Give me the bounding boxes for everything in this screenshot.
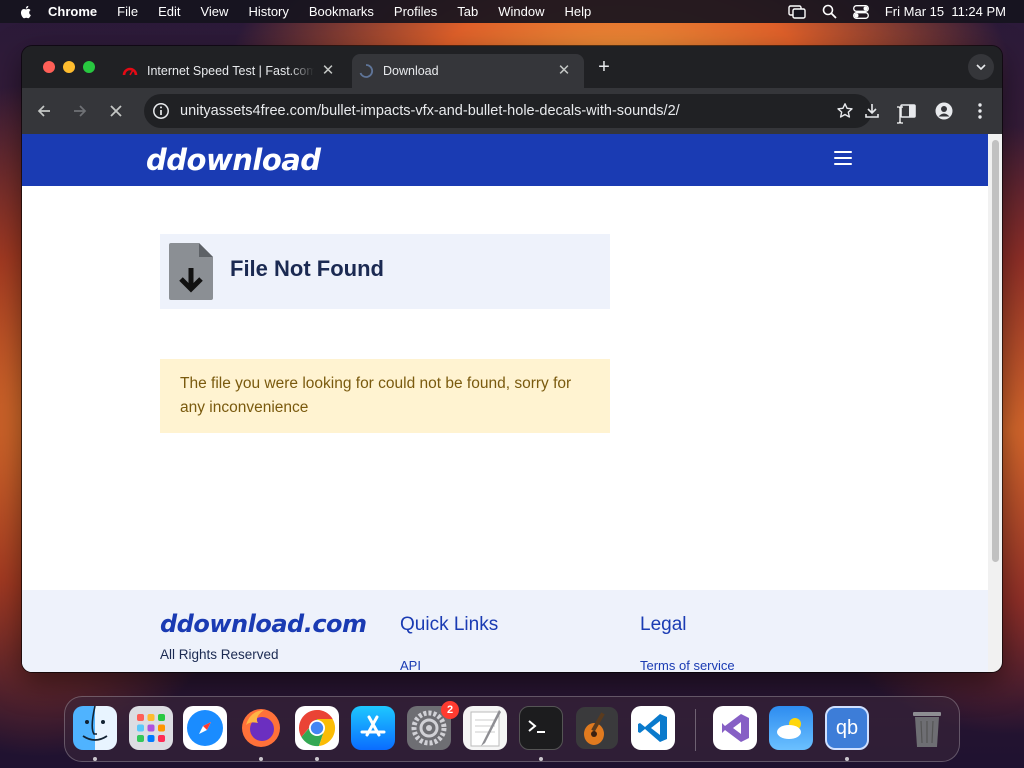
download-icon (865, 104, 879, 118)
error-message: The file you were looking for could not … (180, 375, 572, 416)
menu-history[interactable]: History (248, 4, 288, 19)
tab-search-button[interactable] (968, 54, 994, 80)
tab-strip: Internet Speed Test | Fast.com ✕ Downloa… (22, 46, 1002, 88)
menu-tab[interactable]: Tab (457, 4, 478, 19)
dock-separator (695, 709, 696, 751)
tab-title: Download (383, 64, 439, 78)
page-viewport: ddownload File Not Found The file you we… (22, 134, 988, 672)
browser-window: Internet Speed Test | Fast.com ✕ Downloa… (22, 46, 1002, 672)
menu-bar: Chrome File Edit View History Bookmarks … (0, 0, 1024, 23)
forward-button[interactable] (68, 99, 92, 123)
chevron-down-icon (976, 64, 986, 70)
scrollbar-thumb[interactable] (992, 140, 999, 562)
window-maximize-button[interactable] (83, 61, 95, 73)
trash-icon[interactable] (905, 706, 949, 750)
garageband-icon[interactable] (575, 706, 619, 750)
loading-spinner-icon (359, 64, 374, 78)
vscode-icon[interactable] (631, 706, 675, 750)
tab-close-icon[interactable]: ✕ (556, 63, 572, 79)
site-logo[interactable]: ddownload (146, 143, 321, 177)
arrow-left-icon (37, 105, 50, 117)
side-panel-button[interactable] (896, 99, 920, 123)
profile-button[interactable] (932, 99, 956, 123)
site-header: ddownload (22, 134, 988, 186)
address-bar[interactable]: unityassets4free.com/bullet-impacts-vfx-… (144, 94, 903, 128)
apple-menu-icon[interactable] (18, 4, 34, 20)
running-indicator (315, 757, 319, 761)
hamburger-menu-icon[interactable] (834, 151, 852, 166)
file-not-found-panel: File Not Found (160, 234, 610, 309)
launchpad-icon[interactable] (129, 706, 173, 750)
visual-studio-icon[interactable] (713, 706, 757, 750)
back-button[interactable] (32, 99, 56, 123)
site-footer: ddownload.com All Rights Reserved Quick … (22, 590, 988, 672)
running-indicator (259, 757, 263, 761)
running-indicator (539, 757, 543, 761)
menu-profiles[interactable]: Profiles (394, 4, 437, 19)
url-text[interactable]: unityassets4free.com/bullet-impacts-vfx-… (180, 103, 680, 119)
side-panel-icon (900, 104, 916, 118)
fast-com-favicon-icon (122, 67, 138, 76)
tab-download[interactable]: Download ✕ (352, 54, 584, 88)
qbittorrent-label: qb (835, 716, 859, 739)
window-minimize-button[interactable] (63, 61, 75, 73)
menu-edit[interactable]: Edit (158, 4, 180, 19)
running-indicator (845, 757, 849, 761)
menu-help[interactable]: Help (565, 4, 592, 19)
stop-loading-button[interactable] (104, 99, 128, 123)
terminal-icon[interactable] (519, 706, 563, 750)
weather-icon[interactable] (769, 706, 813, 750)
downloads-button[interactable] (860, 99, 884, 123)
textedit-icon[interactable] (463, 706, 507, 750)
browser-toolbar: unityassets4free.com/bullet-impacts-vfx-… (22, 88, 1002, 134)
error-notice: The file you were looking for could not … (160, 359, 610, 433)
chrome-icon[interactable] (295, 706, 339, 750)
tab-close-icon[interactable]: ✕ (320, 63, 336, 79)
safari-icon[interactable] (183, 706, 227, 750)
chrome-menu-button[interactable] (968, 99, 992, 123)
new-tab-button[interactable]: + (595, 57, 613, 77)
footer-logo[interactable]: ddownload.com (160, 610, 367, 638)
tab-fast-com[interactable]: Internet Speed Test | Fast.com ✕ (116, 54, 348, 88)
dock: 2 qb (64, 696, 960, 762)
running-indicator (93, 757, 97, 761)
notification-badge: 2 (441, 701, 459, 719)
window-close-button[interactable] (43, 61, 55, 73)
file-download-icon (169, 243, 213, 300)
spotlight-search-icon[interactable] (822, 4, 837, 19)
screen-mirroring-icon[interactable] (788, 4, 806, 19)
bookmark-star-icon[interactable] (836, 102, 854, 120)
qbittorrent-icon[interactable]: qb (825, 706, 869, 750)
menu-app-name[interactable]: Chrome (48, 4, 97, 19)
footer-copyright: All Rights Reserved (160, 647, 279, 662)
arrow-right-icon (74, 105, 87, 117)
footer-legal-title: Legal (640, 614, 687, 635)
menubar-clock[interactable]: Fri Mar 15 11:24 PM (885, 4, 1006, 19)
tab-title: Internet Speed Test | Fast.com (147, 64, 314, 78)
menu-view[interactable]: View (200, 4, 228, 19)
footer-link-api[interactable]: API (400, 658, 421, 672)
footer-quick-links-title: Quick Links (400, 614, 499, 635)
control-center-icon[interactable] (852, 4, 869, 19)
menu-bookmarks[interactable]: Bookmarks (309, 4, 374, 19)
app-store-icon[interactable] (351, 706, 395, 750)
site-info-icon[interactable] (152, 102, 170, 120)
menu-file[interactable]: File (117, 4, 138, 19)
kebab-menu-icon (978, 103, 982, 119)
window-controls (43, 61, 95, 73)
profile-avatar-icon (935, 102, 953, 120)
finder-icon[interactable] (73, 706, 117, 750)
close-icon (110, 105, 122, 117)
firefox-icon[interactable] (239, 706, 283, 750)
menu-window[interactable]: Window (498, 4, 544, 19)
footer-link-terms[interactable]: Terms of service (640, 658, 735, 672)
not-found-title: File Not Found (230, 256, 384, 281)
page-scrollbar[interactable] (988, 134, 1002, 672)
